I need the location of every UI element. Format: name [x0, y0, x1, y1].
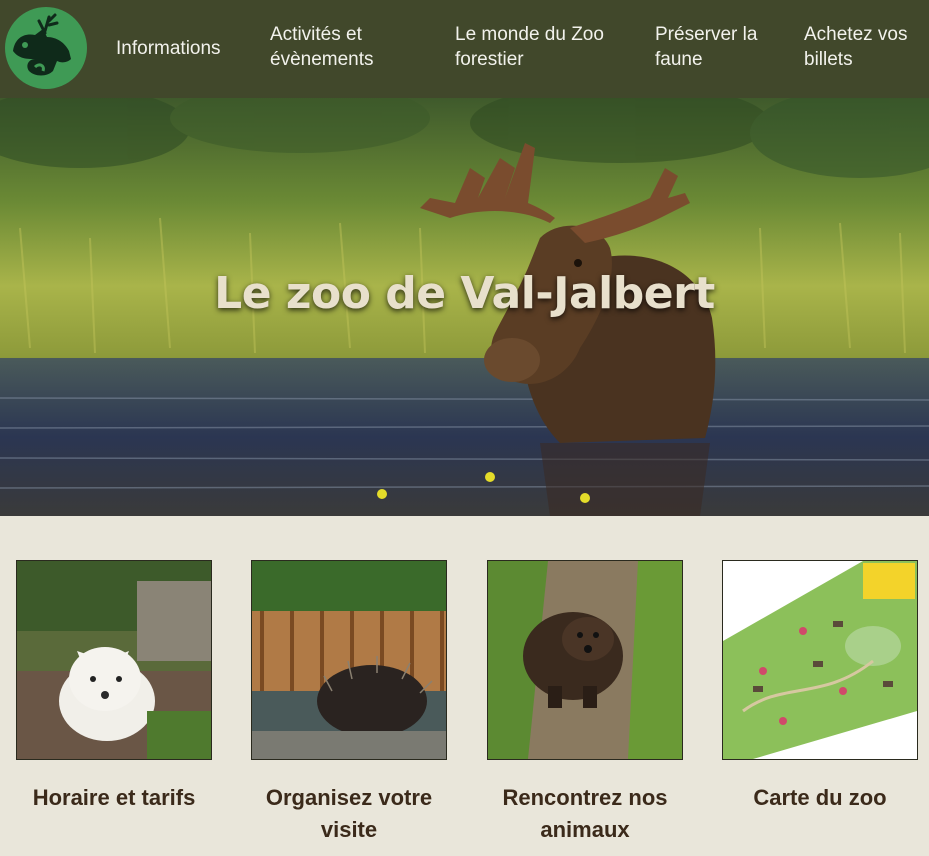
card-label: Organisez votre visite: [265, 785, 433, 842]
wolverine-image: [487, 560, 683, 760]
nav-item-billets[interactable]: Achetez vos billets: [804, 22, 924, 72]
hero-title: Le zoo de Val-Jalbert: [214, 268, 715, 319]
card-label: Carte du zoo: [753, 785, 887, 810]
hero-banner: Le zoo de Val-Jalbert: [0, 98, 929, 516]
card-horaire-tarifs[interactable]: Horaire et tarifs: [16, 560, 212, 814]
zoo-map-image: [722, 560, 918, 760]
nav-item-informations[interactable]: Informations: [116, 36, 221, 61]
nav-item-monde-zoo[interactable]: Le monde du Zoo forestier: [455, 22, 630, 72]
zoo-logo[interactable]: [5, 7, 87, 89]
moose-head-logo-icon: [13, 13, 71, 76]
card-rencontrez-animaux[interactable]: Rencontrez nos animaux: [487, 560, 683, 846]
arctic-fox-image: [16, 560, 212, 760]
card-organisez-visite[interactable]: Organisez votre visite: [251, 560, 447, 846]
nav-item-activites[interactable]: Activités et évènements: [270, 22, 400, 72]
card-label: Horaire et tarifs: [32, 785, 196, 810]
porcupine-image: [251, 560, 447, 760]
card-carte-zoo[interactable]: Carte du zoo: [722, 560, 918, 814]
card-label: Rencontrez nos animaux: [502, 785, 668, 842]
nav-item-preserver[interactable]: Préserver la faune: [655, 22, 775, 72]
main-navigation: Informations Activités et évènements Le …: [0, 0, 929, 98]
